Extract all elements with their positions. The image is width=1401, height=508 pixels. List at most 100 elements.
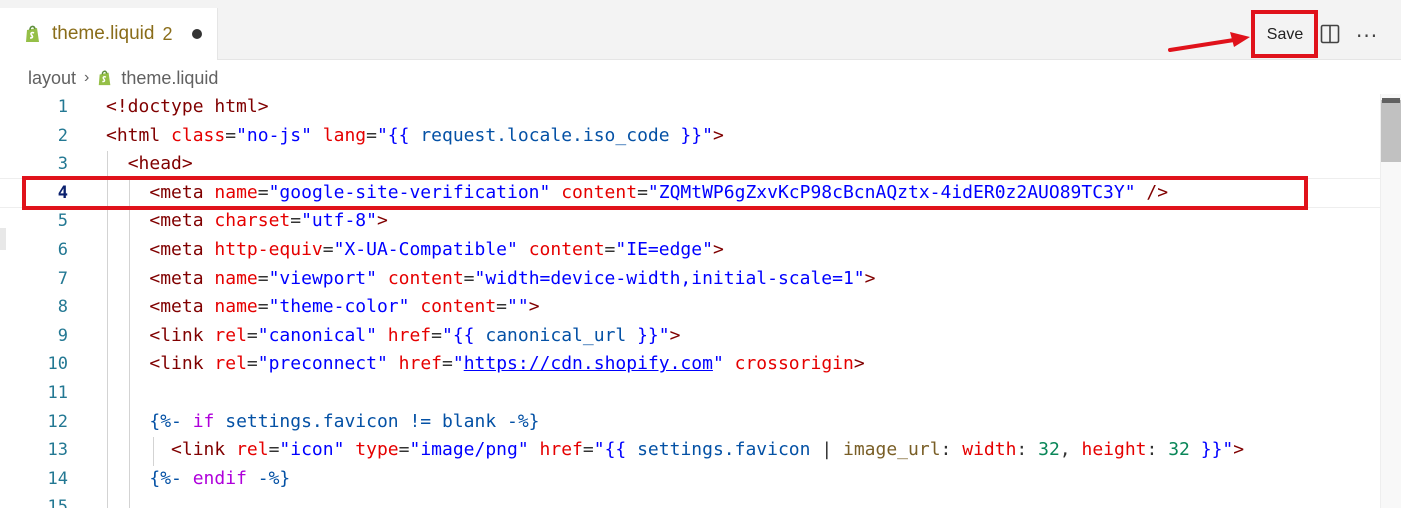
- code-token: settings.favicon != blank -%}: [225, 410, 540, 432]
- code-line[interactable]: 1 <!doctype html>: [0, 94, 1380, 123]
- save-highlight-annotation: [1251, 10, 1318, 58]
- code-token: content: [420, 296, 497, 318]
- code-token: settings.favicon: [637, 439, 811, 461]
- code-token: >: [864, 267, 876, 289]
- unsaved-dot-icon[interactable]: [192, 29, 203, 39]
- code-token: "icon": [279, 439, 356, 461]
- code-token: rel: [236, 439, 269, 461]
- line-number: 3: [57, 154, 68, 175]
- code-editor[interactable]: 1 <!doctype html> 2 <html class="no-js" lan…: [0, 94, 1401, 508]
- line-number: 10: [47, 354, 68, 375]
- code-token: "X-UA-Compatible": [333, 239, 529, 260]
- line-number: 15: [47, 497, 68, 508]
- split-editor-icon[interactable]: [1320, 24, 1340, 44]
- code-token: <meta: [149, 210, 215, 232]
- code-token: "{{: [376, 124, 421, 146]
- code-token: }}": [669, 124, 713, 146]
- code-line[interactable]: 15: [0, 494, 1380, 508]
- code-token: =: [604, 239, 616, 260]
- code-line[interactable]: 5 <meta charset="utf-8">: [0, 208, 1380, 237]
- code-token: =: [398, 439, 410, 461]
- code-token: "viewport": [268, 267, 388, 289]
- code-token: width: [962, 439, 1017, 461]
- tab-problem-count: 2: [162, 23, 173, 44]
- code-text: <head>: [106, 153, 193, 174]
- line-number: 13: [47, 440, 68, 461]
- code-token: -%}: [257, 467, 291, 489]
- code-token: "{{: [593, 439, 638, 461]
- code-line[interactable]: 11: [0, 380, 1380, 409]
- code-token: {%-: [149, 410, 193, 432]
- code-token: >: [528, 296, 540, 318]
- code-token: ,: [1059, 439, 1082, 461]
- code-token: :: [940, 439, 963, 461]
- code-line[interactable]: 12 {%- if settings.favicon != blank -%}: [0, 409, 1380, 438]
- code-token: <meta: [149, 267, 215, 289]
- line-number: 8: [57, 297, 68, 318]
- code-token: "": [507, 296, 529, 318]
- code-token: >: [669, 324, 681, 346]
- scrollbar-thumb[interactable]: [1381, 100, 1401, 162]
- code-token: href: [387, 324, 432, 346]
- code-token: >: [853, 353, 865, 375]
- code-line[interactable]: 6 <meta http-equiv="X-UA-Compatible" con…: [0, 237, 1380, 266]
- code-token: "image/png": [409, 439, 540, 461]
- gutter-marker: [0, 228, 6, 250]
- code-token: crossorigin: [734, 353, 854, 375]
- code-token: ": [712, 353, 735, 375]
- code-token: height: [1081, 439, 1147, 461]
- code-token: content: [387, 267, 464, 289]
- line-number: 12: [47, 411, 68, 432]
- code-text: <!doctype html>: [106, 96, 269, 117]
- code-token: "width=device-width,initial-scale=1": [474, 267, 865, 289]
- code-token: =: [290, 210, 302, 232]
- code-token: >: [712, 124, 724, 146]
- code-token: :: [1016, 439, 1039, 461]
- code-token: "IE=edge": [615, 239, 713, 260]
- line-number: 14: [47, 468, 68, 489]
- code-token: =: [246, 324, 258, 346]
- breadcrumb-folder[interactable]: layout: [28, 68, 76, 89]
- code-token: =: [463, 267, 475, 289]
- code-token: "no-js": [236, 124, 323, 146]
- line-number: 5: [57, 211, 68, 232]
- code-token: ": [452, 353, 464, 375]
- code-token: =: [442, 353, 453, 375]
- code-token: =: [257, 296, 269, 318]
- code-token: =: [496, 296, 508, 318]
- tab-theme-liquid[interactable]: theme.liquid 2: [0, 8, 218, 60]
- tab-title: theme.liquid: [52, 23, 155, 44]
- code-token: {%-: [149, 467, 193, 489]
- breadcrumb-file[interactable]: theme.liquid: [121, 68, 218, 89]
- line-number: 9: [57, 325, 68, 346]
- code-token: =: [431, 324, 442, 346]
- code-text: {%- if settings.favicon != blank -%}: [106, 410, 540, 432]
- line-number: 6: [57, 240, 68, 260]
- code-text: <meta name="theme-color" content="">: [106, 296, 540, 318]
- code-line[interactable]: 7 <meta name="viewport" content="width=d…: [0, 266, 1380, 295]
- more-actions-icon[interactable]: ···: [1356, 24, 1378, 48]
- code-line[interactable]: 14 {%- endif -%}: [0, 466, 1380, 495]
- code-token: https://cdn.shopify.com: [463, 353, 713, 375]
- line-number: 2: [57, 125, 68, 146]
- line-number: 11: [47, 383, 68, 403]
- code-line[interactable]: 8 <meta name="theme-color" content="">: [0, 294, 1380, 323]
- breadcrumb: layout › theme.liquid: [28, 66, 218, 90]
- code-text: {%- endif -%}: [106, 468, 290, 489]
- code-token: class: [171, 124, 226, 146]
- code-line[interactable]: 2 <html class="no-js" lang="{{ request.lo…: [0, 123, 1380, 152]
- code-line[interactable]: 10 <link rel="preconnect" href="https://…: [0, 351, 1380, 380]
- code-token: rel: [214, 353, 247, 375]
- code-line[interactable]: 9 <link rel="canonical" href="{{ canonic…: [0, 323, 1380, 352]
- code-text: <meta charset="utf-8">: [106, 210, 387, 232]
- shopify-icon: [26, 25, 39, 42]
- code-line[interactable]: 13 <link rel="icon" type="image/png" hre…: [0, 437, 1380, 466]
